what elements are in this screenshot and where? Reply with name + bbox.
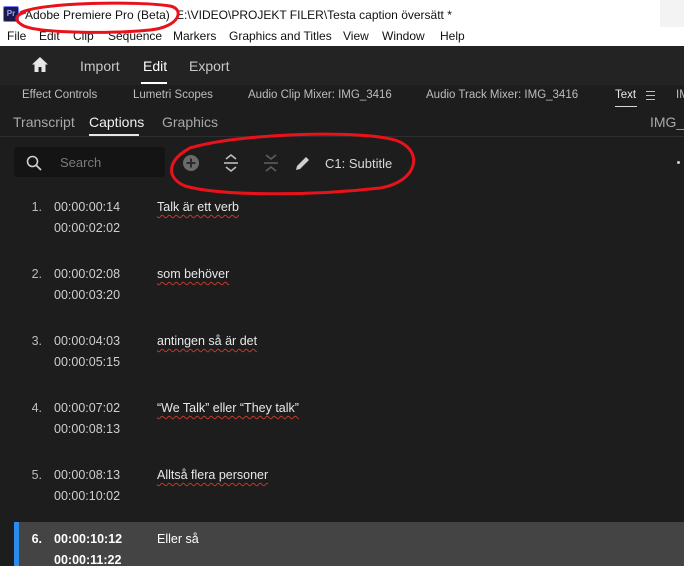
menu-sequence[interactable]: Sequence <box>108 29 162 43</box>
add-caption-icon[interactable] <box>181 153 201 173</box>
more-options-dot[interactable] <box>677 161 680 164</box>
caption-text[interactable]: som behöver <box>157 267 229 281</box>
caption-row[interactable]: 5. 00:00:08:13 00:00:10:02 Alltså flera … <box>14 458 684 518</box>
caption-out-time[interactable]: 00:00:11:22 <box>54 553 121 566</box>
tab-lumetri-scopes[interactable]: Lumetri Scopes <box>133 89 213 101</box>
caption-row[interactable]: 1. 00:00:00:14 00:00:02:02 Talk är ett v… <box>14 190 684 250</box>
project-path: E:\VIDEO\PROJEKT FILER\Testa caption öve… <box>176 8 452 22</box>
split-caption-icon[interactable] <box>221 153 241 173</box>
tab-audio-track-mixer[interactable]: Audio Track Mixer: IMG_3416 <box>426 89 578 101</box>
menu-file[interactable]: File <box>7 29 26 43</box>
menu-help[interactable]: Help <box>440 29 465 43</box>
caption-in-time[interactable]: 00:00:07:02 <box>54 401 120 415</box>
menu-markers[interactable]: Markers <box>173 29 216 43</box>
caption-row[interactable]: 3. 00:00:04:03 00:00:05:15 antingen så ä… <box>14 324 684 384</box>
caption-row[interactable]: 4. 00:00:07:02 00:00:08:13 “We Talk” ell… <box>14 391 684 451</box>
caption-text[interactable]: Eller så <box>157 532 199 546</box>
search-box <box>14 147 165 177</box>
tab-text[interactable]: Text <box>615 89 636 101</box>
caption-number: 5. <box>31 468 42 482</box>
edit-pencil-icon[interactable] <box>293 153 313 173</box>
caption-in-time[interactable]: 00:00:00:14 <box>54 200 120 214</box>
caption-in-time[interactable]: 00:00:08:13 <box>54 468 120 482</box>
merge-captions-icon[interactable] <box>261 153 281 173</box>
tab-audio-clip-mixer[interactable]: Audio Clip Mixer: IMG_3416 <box>248 89 392 101</box>
caption-number: 6. <box>31 532 42 546</box>
app-title: Adobe Premiere Pro (Beta) <box>25 8 170 22</box>
caption-in-time[interactable]: 00:00:02:08 <box>54 267 120 281</box>
caption-number: 3. <box>31 334 42 348</box>
panel-tab-bar: Effect Controls Lumetri Scopes Audio Cli… <box>0 85 684 109</box>
caption-list: 1. 00:00:00:14 00:00:02:02 Talk är ett v… <box>0 190 684 566</box>
caption-row-selected[interactable]: 6. 00:00:10:12 00:00:11:22 Eller så <box>14 522 684 566</box>
menu-window[interactable]: Window <box>382 29 425 43</box>
caption-out-time[interactable]: 00:00:10:02 <box>54 489 120 503</box>
caption-in-time[interactable]: 00:00:04:03 <box>54 334 120 348</box>
caption-number: 4. <box>31 401 42 415</box>
caption-out-time[interactable]: 00:00:03:20 <box>54 288 120 302</box>
menu-bar: File Edit Clip Sequence Markers Graphics… <box>0 27 684 46</box>
tab-graphics[interactable]: Graphics <box>162 114 218 130</box>
search-input[interactable] <box>60 152 160 172</box>
caption-text[interactable]: Talk är ett verb <box>157 200 239 214</box>
menu-view[interactable]: View <box>343 29 369 43</box>
caption-number: 1. <box>31 200 42 214</box>
active-tab-indicator <box>615 106 637 107</box>
menu-edit[interactable]: Edit <box>39 29 60 43</box>
caption-text[interactable]: antingen så är det <box>157 334 257 348</box>
caption-out-time[interactable]: 00:00:02:02 <box>54 221 120 235</box>
workspace-export[interactable]: Export <box>189 58 229 74</box>
tab-captions[interactable]: Captions <box>89 114 144 130</box>
title-bar: Pr Adobe Premiere Pro (Beta) E:\VIDEO\PR… <box>0 0 684 27</box>
window-controls[interactable] <box>660 0 684 27</box>
workspace-import[interactable]: Import <box>80 58 120 74</box>
caption-out-time[interactable]: 00:00:08:13 <box>54 422 120 436</box>
menu-graphics-and-titles[interactable]: Graphics and Titles <box>229 29 332 43</box>
tab-effect-controls[interactable]: Effect Controls <box>22 89 97 101</box>
tab-overflow[interactable]: IM <box>676 89 684 101</box>
caption-in-time[interactable]: 00:00:10:12 <box>54 532 122 546</box>
tab-transcript[interactable]: Transcript <box>13 114 75 130</box>
active-workspace-indicator <box>141 82 167 84</box>
menu-clip[interactable]: Clip <box>73 29 94 43</box>
captions-toolbar: C1: Subtitle <box>0 137 684 190</box>
caption-text[interactable]: Alltså flera personer <box>157 468 268 482</box>
home-icon[interactable] <box>31 56 49 74</box>
caption-row[interactable]: 2. 00:00:02:08 00:00:03:20 som behöver <box>14 257 684 317</box>
caption-text[interactable]: “We Talk” eller “They talk” <box>157 401 299 415</box>
program-monitor-tab[interactable]: IMG_3 <box>650 114 684 130</box>
caption-track-label[interactable]: C1: Subtitle <box>325 156 392 171</box>
workspace-edit[interactable]: Edit <box>143 58 167 74</box>
search-icon <box>26 155 42 171</box>
text-panel-subtabs: Transcript Captions Graphics IMG_3 <box>0 109 684 137</box>
caption-number: 2. <box>31 267 42 281</box>
workspace-header: Import Edit Export <box>0 46 684 85</box>
premiere-app-icon: Pr <box>3 6 19 22</box>
caption-out-time[interactable]: 00:00:05:15 <box>54 355 120 369</box>
active-subtab-indicator <box>89 134 139 136</box>
panel-menu-icon[interactable] <box>646 91 655 101</box>
